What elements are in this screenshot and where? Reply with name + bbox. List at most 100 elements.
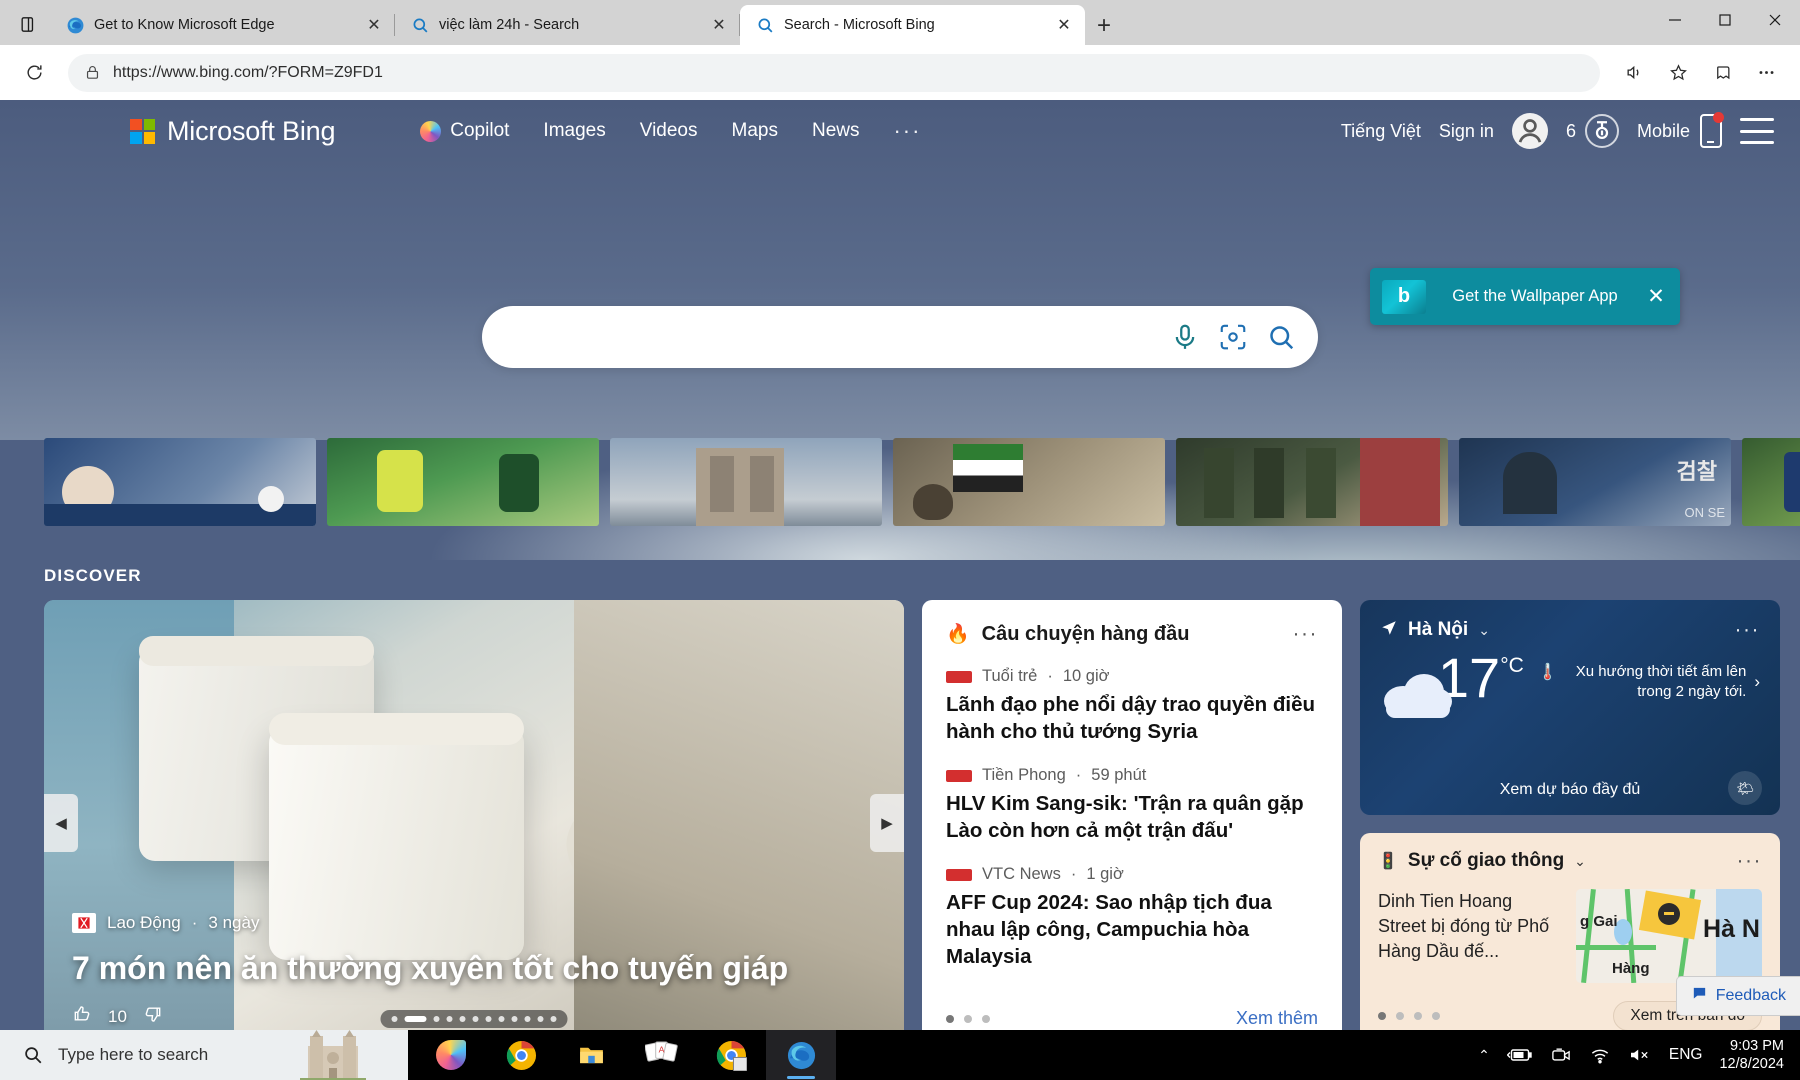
microphone-icon[interactable] [1170,322,1200,352]
chevron-down-icon[interactable]: ⌄ [1574,853,1586,870]
minimize-icon[interactable] [1650,0,1700,40]
maximize-icon[interactable] [1700,0,1750,40]
taskbar-apps: A [416,1030,836,1080]
hero-meta: Lao Động · 3 ngày [72,913,259,933]
browser-tab-active[interactable]: Search - Microsoft Bing ✕ [740,5,1085,45]
chrome-taskbar-icon[interactable] [486,1030,556,1080]
traffic-body: Dinh Tien Hoang Street bị đóng từ Phố Hà… [1378,889,1762,983]
hero-reactions: 10 [72,1004,163,1029]
file-explorer-icon[interactable] [556,1030,626,1080]
search-submit-icon[interactable] [1266,322,1296,352]
traffic-header: 🚦 Sự cố giao thông ⌄ ··· [1378,849,1762,873]
copilot-taskbar-icon[interactable] [416,1030,486,1080]
trending-thumbnail[interactable]: 검찰 ON SE [1459,438,1731,526]
nav-more-icon[interactable]: ··· [893,118,921,144]
nav-copilot[interactable]: Copilot [420,120,509,142]
stories-pagination[interactable] [946,1014,990,1023]
wallpaper-app-label: Get the Wallpaper App [1452,287,1618,305]
feedback-button[interactable]: Feedback [1675,976,1800,1016]
browser-tab[interactable]: việc làm 24h - Search ✕ [395,5,740,45]
trending-thumbnail[interactable] [893,438,1165,526]
nav-videos[interactable]: Videos [640,120,698,142]
collections-icon[interactable] [1702,53,1742,93]
weather-more-icon[interactable]: ··· [1735,618,1760,642]
avatar[interactable] [1511,113,1548,149]
browser-tab[interactable]: Get to Know Microsoft Edge ✕ [50,5,395,45]
language-selector[interactable]: Tiếng Việt [1341,121,1421,142]
close-icon[interactable] [1750,0,1800,40]
search-input[interactable] [508,326,1152,348]
chevron-down-icon[interactable]: ⌄ [1478,622,1490,639]
weather-card[interactable]: Hà Nội ⌄ ··· 17 °C 🌡️ Xu hướng thời tiết… [1360,600,1780,815]
hero-prev-button[interactable]: ◀ [44,793,78,852]
clock-date: 12/8/2024 [1719,1056,1784,1072]
system-tray: ⌃ ENG 9:03 PM 12/8/2024 [1478,1037,1800,1073]
visual-search-icon[interactable] [1218,322,1248,352]
taskbar-search[interactable]: Type here to search [0,1030,408,1080]
wifi-icon[interactable] [1589,1046,1611,1064]
address-bar-actions [1614,53,1786,93]
story-item[interactable]: Tuổi trẻ · 10 giờ Lãnh đạo phe nổi dậy t… [946,667,1318,745]
traffic-pagination[interactable] [1378,1012,1440,1020]
location-icon [1380,619,1398,642]
tab-close-icon[interactable]: ✕ [1053,14,1075,36]
traffic-map-thumbnail[interactable]: g Gai Hàng Hà N [1576,889,1762,983]
wallpaper-app-toast[interactable]: b Get the Wallpaper App ✕ [1370,268,1680,325]
refresh-icon[interactable] [14,53,54,93]
hero-article-card[interactable]: ◀ ▶ Lao Động · 3 ngày 7 món nên ăn thườn… [44,600,904,1030]
like-icon[interactable] [72,1004,92,1029]
edge-taskbar-icon[interactable] [766,1030,836,1080]
tab-close-icon[interactable]: ✕ [363,14,385,36]
story-item[interactable]: Tiền Phong · 59 phút HLV Kim Sang-sik: '… [946,766,1318,844]
trending-thumbnail[interactable] [610,438,882,526]
settings-more-icon[interactable] [1746,53,1786,93]
hero-next-button[interactable]: ▶ [870,793,904,852]
new-tab-button[interactable]: + [1085,7,1123,45]
chevron-right-icon[interactable]: › [1754,672,1760,692]
camera-icon[interactable] [1550,1046,1572,1064]
search-icon [756,16,775,35]
tab-actions-icon[interactable] [6,3,50,45]
chrome-window-icon[interactable] [696,1030,766,1080]
cathedral-illustration [300,1030,366,1080]
trending-thumbnail[interactable] [327,438,599,526]
top-stories-more-icon[interactable]: ··· [1293,622,1318,646]
search-box[interactable] [482,306,1318,368]
right-column: Hà Nội ⌄ ··· 17 °C 🌡️ Xu hướng thời tiết… [1360,600,1780,1030]
trending-thumbnail[interactable] [44,438,316,526]
hamburger-menu-icon[interactable] [1740,118,1774,144]
solitaire-icon[interactable]: A [626,1030,696,1080]
dislike-icon[interactable] [143,1004,163,1029]
browser-chrome: Get to Know Microsoft Edge ✕ việc làm 24… [0,0,1800,100]
nav-images[interactable]: Images [543,120,605,142]
battery-charging-icon[interactable] [1506,1047,1533,1063]
see-more-link[interactable]: Xem thêm [1236,1008,1318,1029]
volume-muted-icon[interactable] [1628,1046,1652,1064]
story-item[interactable]: VTC News · 1 giờ AFF Cup 2024: Sao nhập … [946,865,1318,970]
bing-logo[interactable]: Microsoft Bing [130,116,335,147]
svg-text:A: A [658,1044,664,1054]
copilot-icon [420,120,442,142]
tray-overflow-icon[interactable]: ⌃ [1478,1047,1490,1064]
weather-bubble-icon[interactable]: 🌤 [1728,771,1762,805]
trending-thumbnail[interactable] [1176,438,1448,526]
hero-title: 7 món nên ăn thường xuyên tốt cho tuyến … [72,949,789,986]
trending-thumbnail[interactable] [1742,438,1800,526]
nav-maps[interactable]: Maps [732,120,778,142]
language-indicator[interactable]: ENG [1669,1046,1703,1064]
nav-news[interactable]: News [812,120,860,142]
url-input[interactable]: https://www.bing.com/?FORM=Z9FD1 [68,53,1600,92]
read-aloud-icon[interactable] [1614,53,1654,93]
sign-in-link[interactable]: Sign in [1439,121,1494,142]
traffic-more-icon[interactable]: ··· [1737,849,1762,873]
site-info-icon[interactable] [84,64,101,81]
weather-forecast-button[interactable]: Xem dự báo đầy đủ [1360,781,1780,799]
favorite-icon[interactable] [1658,53,1698,93]
rewards[interactable]: 6 [1566,114,1619,148]
weather-trend[interactable]: 🌡️ Xu hướng thời tiết ấm lên trong 2 ngà… [1538,662,1760,703]
hero-pagination[interactable] [380,1010,568,1028]
toast-close-icon[interactable]: ✕ [1644,284,1668,309]
tab-close-icon[interactable]: ✕ [708,14,730,36]
clock[interactable]: 9:03 PM 12/8/2024 [1719,1037,1784,1073]
mobile-link[interactable]: Mobile [1637,112,1724,148]
